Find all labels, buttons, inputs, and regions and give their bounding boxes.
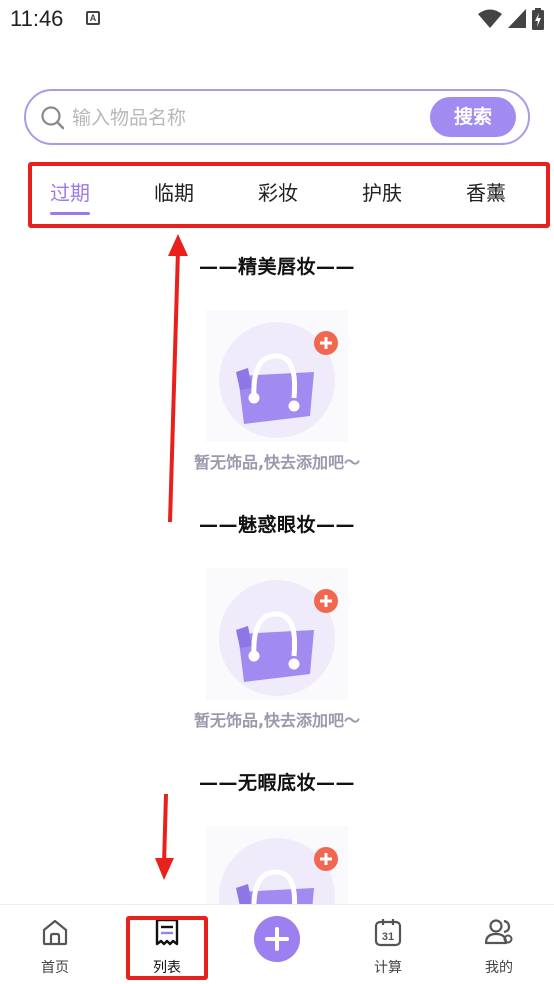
notification-icon: A	[86, 11, 100, 25]
wifi-icon	[478, 9, 502, 28]
empty-bag-illustration	[206, 310, 348, 442]
down-arrow-annotation	[155, 793, 174, 880]
add-button[interactable]	[254, 916, 300, 962]
home-icon	[42, 919, 68, 946]
nav-home[interactable]: 首页	[10, 905, 100, 984]
nav-calc-label: 计算	[374, 960, 402, 976]
empty-state-text: 暂无饰品,快去添加吧～	[193, 711, 361, 730]
search-input[interactable]	[72, 103, 412, 133]
empty-state-text: 暂无饰品,快去添加吧～	[193, 453, 361, 472]
section-title-eye: ——魅惑眼妆——	[198, 514, 355, 536]
section-title-foundation: ——无暇底妆——	[198, 772, 355, 794]
search-bar: 搜索	[24, 89, 530, 145]
nav-profile[interactable]: 我的	[454, 905, 544, 984]
tabs-highlight-box	[28, 162, 550, 228]
section-title-lip: ——精美唇妆——	[198, 256, 355, 278]
svg-text:31: 31	[382, 931, 394, 943]
users-icon	[484, 919, 513, 945]
search-button[interactable]: 搜索	[430, 97, 516, 137]
signal-icon	[508, 9, 526, 28]
nav-home-label: 首页	[41, 960, 69, 976]
empty-bag-illustration	[206, 568, 348, 700]
list-highlight-box	[126, 916, 208, 980]
calendar-31-icon: 31	[374, 919, 402, 947]
nav-profile-label: 我的	[485, 960, 513, 976]
status-bar: 11:46 A	[0, 0, 554, 40]
battery-icon	[532, 8, 544, 30]
status-time: 11:46	[10, 6, 64, 31]
nav-calc[interactable]: 31 计算	[343, 905, 433, 984]
status-indicators	[478, 8, 544, 30]
search-icon	[41, 106, 65, 130]
